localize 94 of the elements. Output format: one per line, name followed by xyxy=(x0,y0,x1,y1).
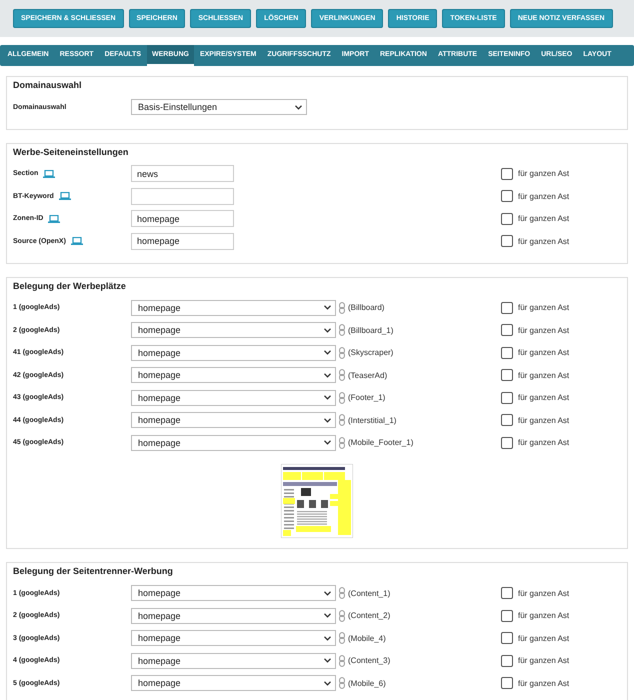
laptop-icon xyxy=(43,170,56,178)
checkbox[interactable] xyxy=(501,168,513,180)
checkbox[interactable] xyxy=(501,436,513,449)
link-icon[interactable] xyxy=(339,346,345,359)
checkbox-label: für ganzen Ast xyxy=(518,611,570,620)
link-icon[interactable] xyxy=(339,369,345,382)
dropdown[interactable]: homepage xyxy=(131,434,336,451)
slot-name: (Footer_1) xyxy=(348,393,386,402)
section-title: Belegung der Werbeplätze xyxy=(13,280,127,290)
caret-icon xyxy=(324,395,331,400)
slot-name: (Mobile_6) xyxy=(348,678,386,688)
caret-icon xyxy=(324,680,331,686)
input-field[interactable] xyxy=(131,188,234,205)
link-icon[interactable] xyxy=(339,632,345,644)
dropdown[interactable]: homepage xyxy=(131,344,336,361)
caret-icon xyxy=(324,328,331,333)
checkbox-label: für ganzen Ast xyxy=(518,393,570,402)
checkbox[interactable] xyxy=(501,654,513,667)
caret-icon xyxy=(324,636,331,641)
link-icon[interactable] xyxy=(339,392,345,404)
link-icon[interactable] xyxy=(339,302,345,314)
slot-name: (Billboard) xyxy=(348,303,384,312)
checkbox-label: für ganzen Ast xyxy=(518,588,570,598)
section-title: Domainauswahl xyxy=(13,80,83,90)
input-field[interactable]: news xyxy=(131,165,234,182)
checkbox[interactable] xyxy=(501,392,513,404)
laptop-icon xyxy=(48,214,60,223)
caret-icon xyxy=(324,418,331,423)
input-field[interactable]: homepage xyxy=(131,210,234,228)
caret-icon xyxy=(324,613,331,618)
link-icon[interactable] xyxy=(339,587,345,600)
checkbox[interactable] xyxy=(501,587,513,600)
checkbox[interactable] xyxy=(501,610,513,622)
caret-icon xyxy=(324,440,331,446)
checkbox[interactable] xyxy=(501,190,513,202)
checkbox-label: für ganzen Ast xyxy=(518,236,570,246)
checkbox-label: für ganzen Ast xyxy=(518,192,570,201)
dropdown[interactable]: homepage xyxy=(131,608,336,624)
slot-name: (Mobile_4) xyxy=(348,634,386,643)
link-icon[interactable] xyxy=(339,677,345,690)
slot-name: (Content_3) xyxy=(348,656,390,666)
dropdown[interactable]: homepage xyxy=(131,300,336,316)
dropdown[interactable]: homepage xyxy=(131,652,336,669)
checkbox[interactable] xyxy=(501,346,513,359)
laptop-icon xyxy=(70,237,83,246)
slot-name: (Billboard_1) xyxy=(348,326,394,335)
dropdown[interactable]: homepage xyxy=(131,322,336,338)
checkbox-label: für ganzen Ast xyxy=(518,370,570,380)
checkbox-label: für ganzen Ast xyxy=(518,416,570,425)
checkbox[interactable] xyxy=(501,212,513,225)
input-field[interactable]: homepage xyxy=(131,232,234,250)
checkbox-label: für ganzen Ast xyxy=(518,634,570,643)
caret-icon xyxy=(324,658,331,664)
link-icon[interactable] xyxy=(339,654,345,667)
slot-name: (Interstitial_1) xyxy=(348,416,396,425)
caret-icon xyxy=(324,372,331,378)
checkbox[interactable] xyxy=(501,324,513,336)
caret-icon xyxy=(324,590,331,596)
slot-name: (Skyscraper) xyxy=(348,348,394,358)
checkbox-label: für ganzen Ast xyxy=(518,656,570,666)
dropdown[interactable]: homepage xyxy=(131,675,336,692)
slot-name: (Content_1) xyxy=(348,588,390,598)
dropdown[interactable]: homepage xyxy=(131,412,336,428)
slot-name: (Mobile_Footer_1) xyxy=(348,438,414,448)
slot-name: (TeaserAd) xyxy=(348,370,388,380)
checkbox[interactable] xyxy=(501,632,513,644)
checkbox-label: für ganzen Ast xyxy=(518,303,570,312)
link-icon[interactable] xyxy=(339,414,345,426)
dropdown[interactable]: homepage xyxy=(131,630,336,646)
section-title: Werbe-Seiteneinstellungen xyxy=(13,146,130,156)
dropdown[interactable]: Basis-Einstellungen xyxy=(131,99,307,116)
checkbox[interactable] xyxy=(501,369,513,382)
checkbox-label: für ganzen Ast xyxy=(518,214,570,224)
caret-icon xyxy=(324,350,331,356)
caret-icon xyxy=(295,104,302,110)
link-icon[interactable] xyxy=(339,610,345,622)
checkbox-label: für ganzen Ast xyxy=(518,438,570,448)
caret-icon xyxy=(324,305,331,310)
laptop-icon xyxy=(58,192,71,200)
checkbox[interactable] xyxy=(501,414,513,426)
slot-name: (Content_2) xyxy=(348,611,390,620)
section-title: Belegung der Seitentrenner-Werbung xyxy=(13,566,174,576)
dropdown[interactable]: homepage xyxy=(131,390,336,406)
checkbox[interactable] xyxy=(501,677,513,690)
checkbox-label: für ganzen Ast xyxy=(518,348,570,358)
checkbox[interactable] xyxy=(501,235,513,248)
checkbox[interactable] xyxy=(501,302,513,314)
link-icon[interactable] xyxy=(339,324,345,336)
dropdown[interactable]: homepage xyxy=(131,367,336,384)
checkbox-label: für ganzen Ast xyxy=(518,169,570,178)
dropdown[interactable]: homepage xyxy=(131,585,336,602)
checkbox-label: für ganzen Ast xyxy=(518,678,570,688)
checkbox-label: für ganzen Ast xyxy=(518,326,570,335)
link-icon[interactable] xyxy=(339,436,345,449)
